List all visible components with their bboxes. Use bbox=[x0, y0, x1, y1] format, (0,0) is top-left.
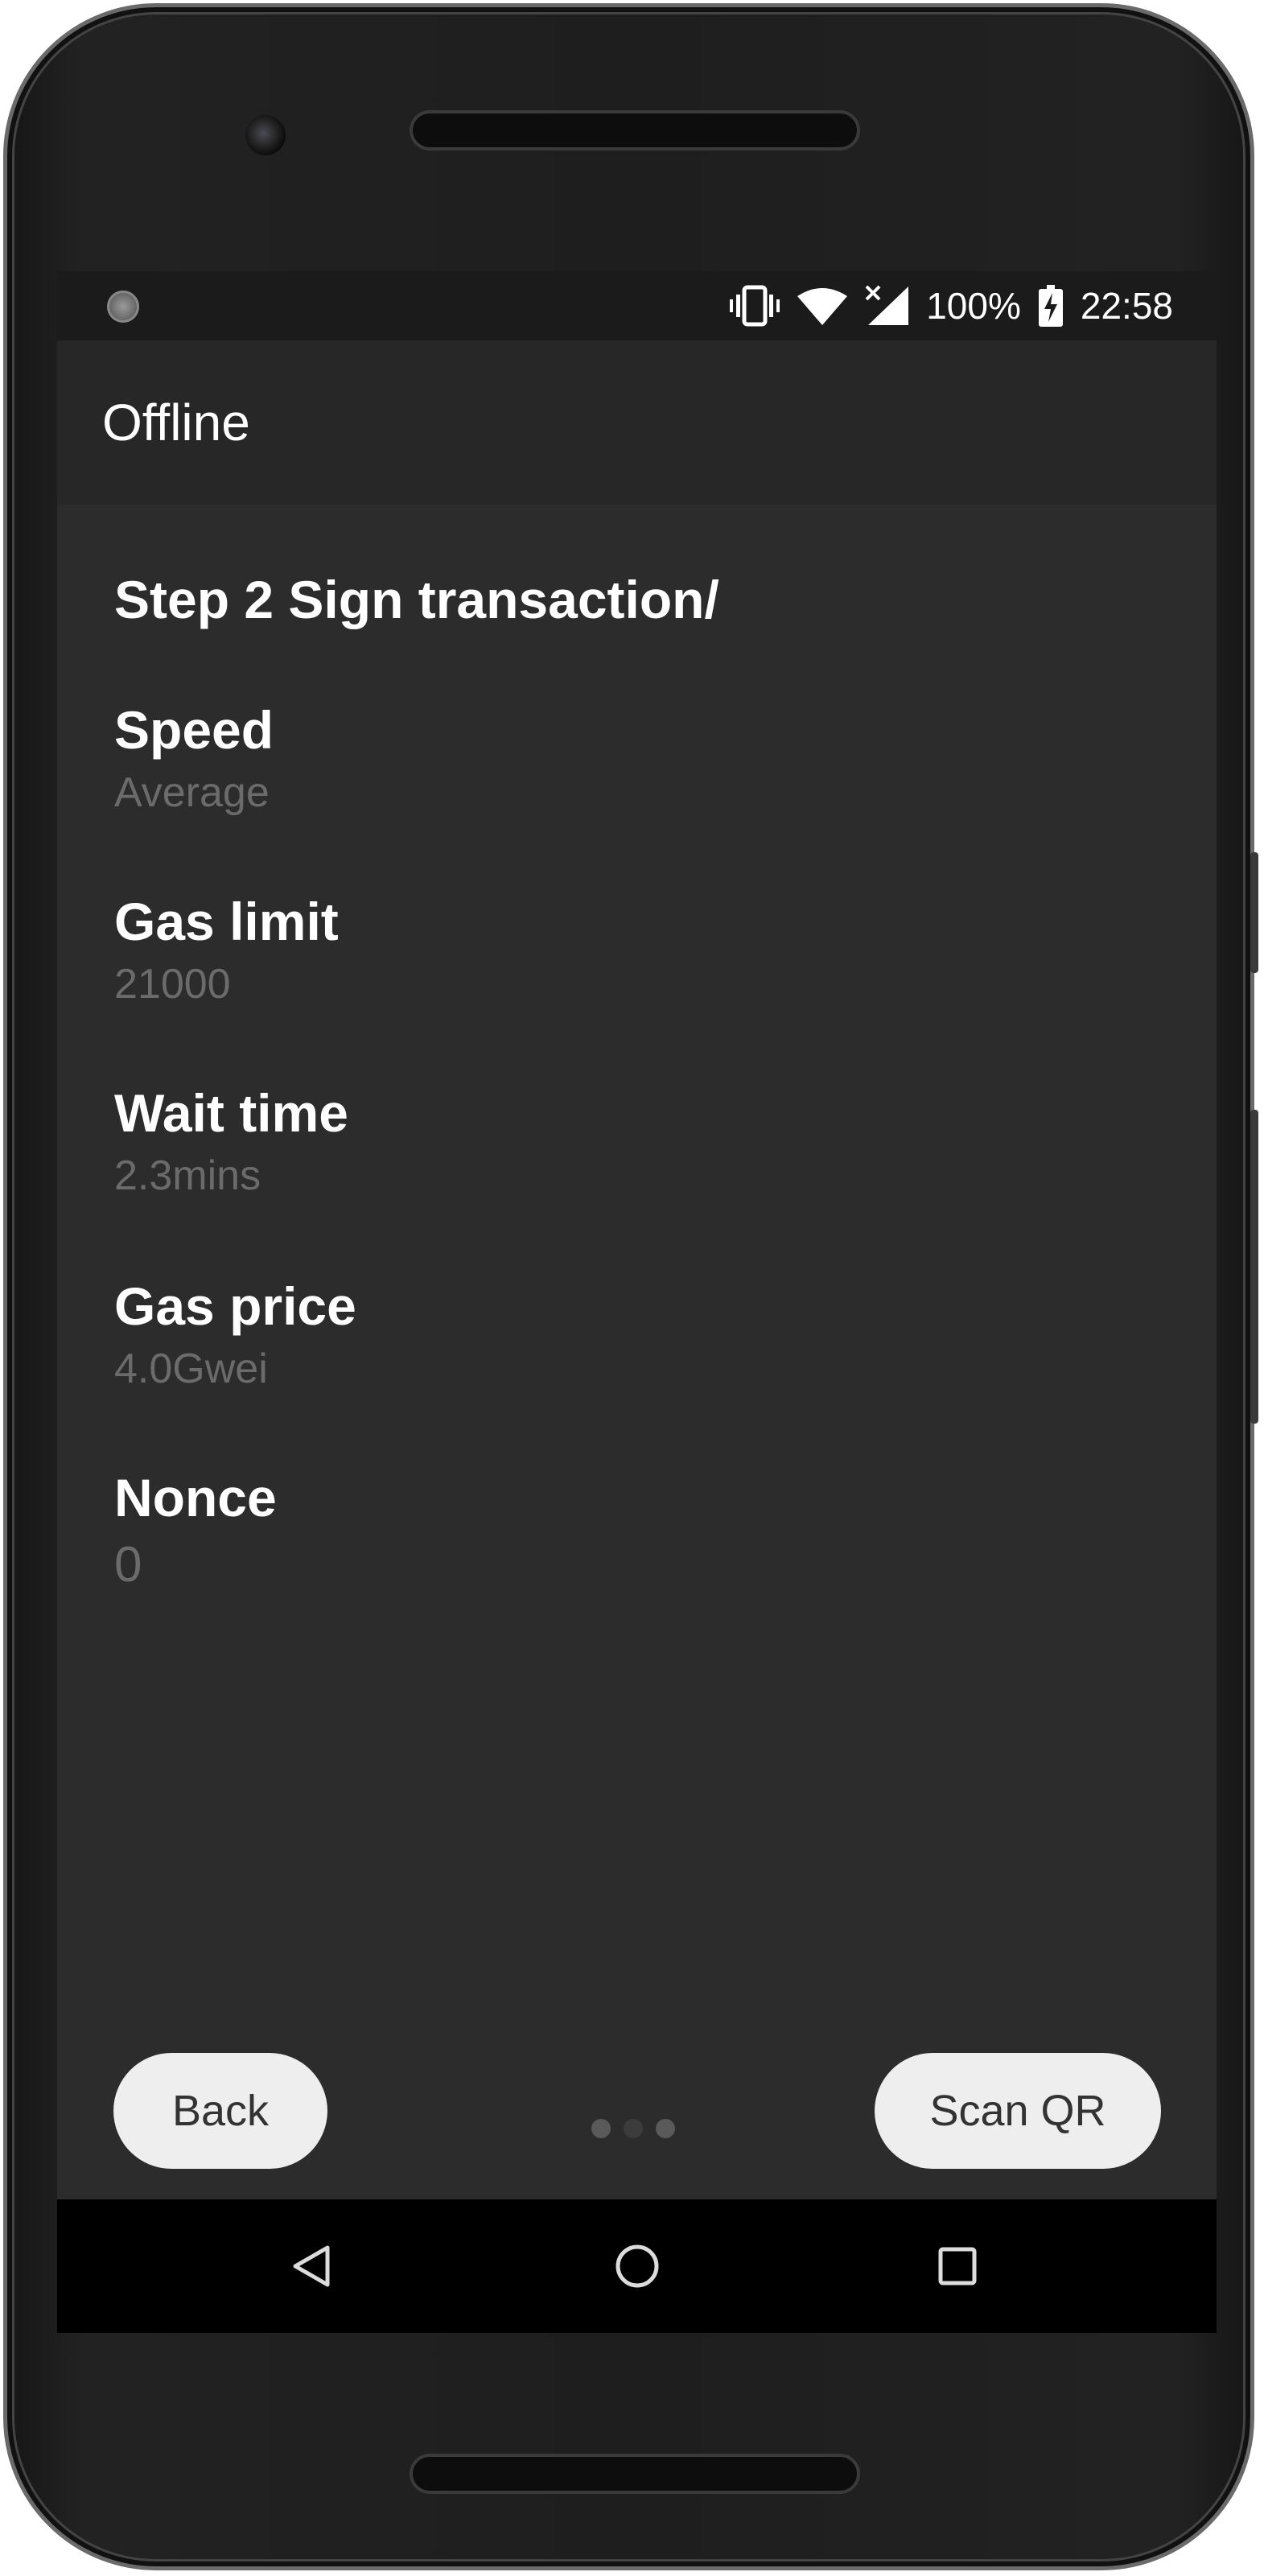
field-wait-time: Wait time 2.3mins bbox=[114, 1081, 348, 1201]
field-value: 4.0Gwei bbox=[114, 1346, 268, 1392]
page-dot bbox=[591, 2119, 611, 2138]
home-circle-icon bbox=[616, 2244, 659, 2288]
volume-button bbox=[1250, 1110, 1258, 1424]
nav-back-button[interactable] bbox=[254, 2199, 367, 2333]
phone-frame: 100% 22:58 Offline Step 2 Sign transacti… bbox=[3, 3, 1258, 2570]
field-value: 2.3mins bbox=[114, 1152, 261, 1199]
field-label: Gas limit bbox=[114, 892, 339, 951]
status-bar: 100% 22:58 bbox=[57, 271, 1217, 340]
field-label: Nonce bbox=[114, 1468, 277, 1527]
screen: 100% 22:58 Offline Step 2 Sign transacti… bbox=[57, 271, 1217, 2333]
field-value: Average bbox=[114, 769, 270, 816]
field-speed: Speed Average bbox=[114, 698, 274, 818]
step-title: Step 2 Sign transaction/ bbox=[114, 570, 719, 629]
back-triangle-icon bbox=[293, 2245, 330, 2287]
nav-recents-button[interactable] bbox=[901, 2199, 1014, 2333]
top-speaker bbox=[410, 110, 860, 150]
bottom-speaker bbox=[410, 2454, 860, 2494]
wifi-icon bbox=[797, 286, 848, 325]
page-dot-active bbox=[624, 2119, 643, 2138]
scan-qr-button[interactable]: Scan QR bbox=[875, 2053, 1161, 2169]
navigation-bar bbox=[57, 2199, 1217, 2333]
battery-percent: 100% bbox=[926, 285, 1021, 327]
page-title: Offline bbox=[102, 394, 250, 451]
field-gas-price: Gas price 4.0Gwei bbox=[114, 1274, 356, 1395]
field-nonce: Nonce 0 bbox=[114, 1465, 277, 1597]
clock: 22:58 bbox=[1080, 285, 1173, 327]
vibrate-icon bbox=[730, 285, 780, 327]
field-label: Gas price bbox=[114, 1276, 356, 1336]
field-value: 0 bbox=[114, 1537, 142, 1593]
app-bar: Offline bbox=[57, 340, 1217, 505]
battery-charging-icon bbox=[1038, 285, 1063, 327]
back-button[interactable]: Back bbox=[113, 2053, 327, 2169]
page-indicator bbox=[591, 2119, 675, 2138]
power-button bbox=[1250, 852, 1258, 973]
field-label: Wait time bbox=[114, 1083, 348, 1143]
page-dot bbox=[656, 2119, 675, 2138]
field-value: 21000 bbox=[114, 961, 231, 1008]
notification-icon bbox=[107, 291, 139, 323]
recents-square-icon bbox=[938, 2247, 977, 2285]
status-icons: 100% 22:58 bbox=[730, 271, 1173, 340]
field-gas-limit: Gas limit 21000 bbox=[114, 889, 339, 1010]
nav-home-button[interactable] bbox=[581, 2199, 694, 2333]
front-camera bbox=[245, 115, 286, 155]
field-label: Speed bbox=[114, 700, 274, 760]
cell-no-signal-icon bbox=[865, 285, 909, 327]
